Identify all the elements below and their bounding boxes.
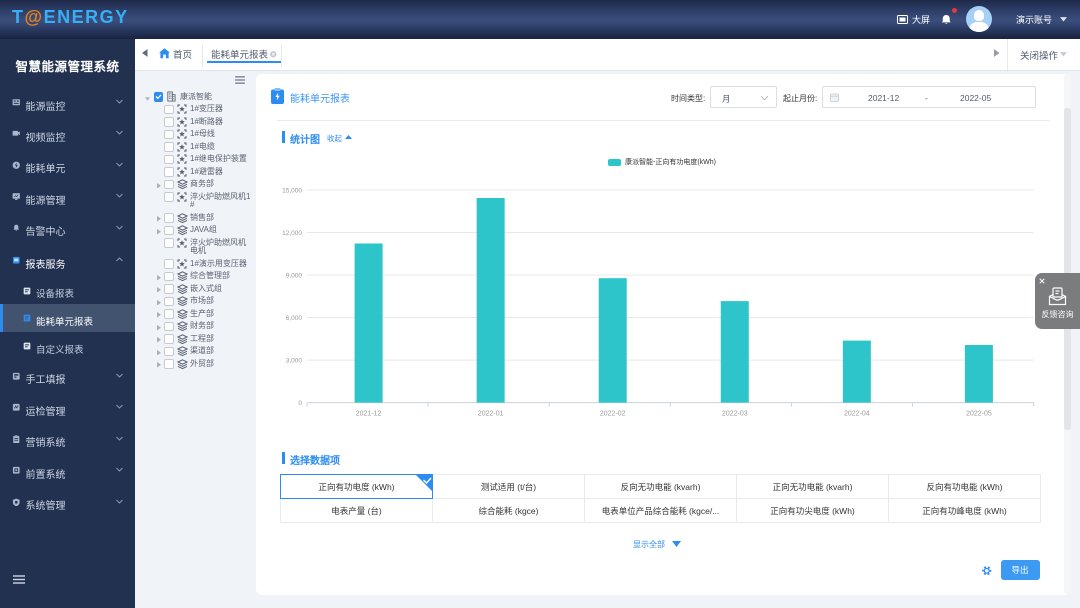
svg-text:2022-01: 2022-01 <box>478 411 504 418</box>
svg-text:6,000: 6,000 <box>286 315 303 322</box>
svg-text:15,000: 15,000 <box>282 188 302 195</box>
svg-text:2021-12: 2021-12 <box>356 411 382 418</box>
svg-text:2022-03: 2022-03 <box>722 411 748 418</box>
svg-text:0: 0 <box>298 400 302 407</box>
svg-text:3,000: 3,000 <box>286 358 303 365</box>
svg-text:12,000: 12,000 <box>282 230 302 237</box>
svg-text:9,000: 9,000 <box>286 273 303 280</box>
svg-text:2022-02: 2022-02 <box>600 411 626 418</box>
svg-text:2022-05: 2022-05 <box>966 411 992 418</box>
svg-text:2022-04: 2022-04 <box>844 411 870 418</box>
